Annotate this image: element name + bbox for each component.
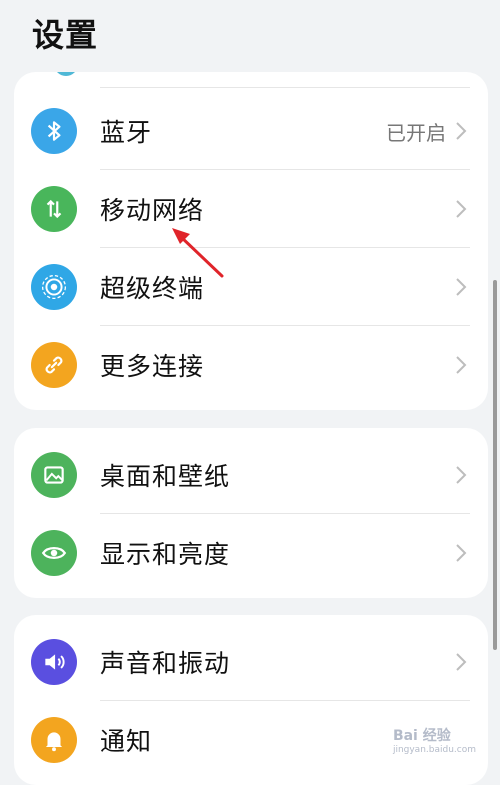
settings-item-more-connections[interactable]: 更多连接 [14,326,488,404]
eye-icon [31,530,77,576]
watermark: Bai 经验 jingyan.baidu.com [392,728,476,755]
chevron-right-icon [456,200,467,218]
settings-item-label: 超级终端 [100,274,205,303]
settings-item-label: 更多连接 [100,352,205,381]
page-title: 设置 [32,16,99,54]
chevron-right-icon [456,278,467,296]
settings-item-display[interactable]: 显示和亮度 [14,514,488,592]
settings-item-sound[interactable]: 声音和振动 [14,623,488,701]
settings-item-label: 通知 [100,727,153,756]
wifi-icon [54,72,78,76]
settings-item-label: 桌面和壁纸 [100,462,231,491]
chevron-right-icon [456,466,467,484]
bluetooth-icon [31,108,77,154]
settings-item-bluetooth[interactable]: 蓝牙 已开启 [14,92,488,170]
chevron-right-icon [456,122,467,140]
wallpaper-icon [31,452,77,498]
settings-item-label: 移动网络 [100,196,205,225]
link-icon [31,342,77,388]
super-device-icon [31,264,77,310]
bluetooth-status: 已开启 [386,120,446,145]
settings-item-super-device[interactable]: 超级终端 [14,248,488,326]
bell-icon [31,717,77,763]
settings-item-label: 声音和振动 [100,649,231,678]
settings-item-label: 显示和亮度 [100,540,231,569]
chevron-right-icon [456,544,467,562]
display-group: 桌面和壁纸 显示和亮度 [14,428,488,598]
connectivity-group: 蓝牙 已开启 移动网络 超级终端 更多连接 [14,72,488,410]
settings-item-wallpaper[interactable]: 桌面和壁纸 [14,436,488,514]
mobile-data-icon [31,186,77,232]
scrollbar[interactable] [493,280,497,650]
settings-item-label: 蓝牙 [100,118,153,147]
chevron-right-icon [456,356,467,374]
partially-hidden-row[interactable] [14,72,488,88]
chevron-right-icon [456,653,467,671]
settings-item-mobile-network[interactable]: 移动网络 [14,170,488,248]
sound-icon [31,639,77,685]
sound-notification-group: 声音和振动 通知 [14,615,488,785]
